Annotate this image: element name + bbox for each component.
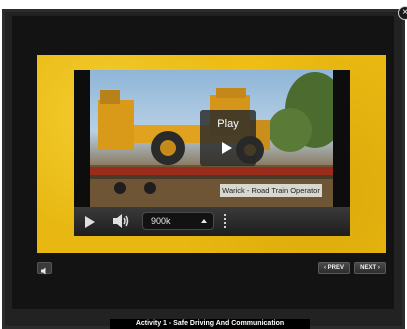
player-controls: 900k [74, 207, 350, 236]
speaker-icon [41, 267, 46, 275]
video-caption: Warick - Road Train Operator [220, 184, 322, 197]
prev-button[interactable]: ‹ PREV [318, 262, 350, 274]
play-overlay-button[interactable]: Play [200, 110, 256, 166]
volume-icon[interactable] [112, 213, 130, 234]
next-button[interactable]: NEXT › [354, 262, 386, 274]
video-frame[interactable]: Play Warick - Road Train Operator [90, 70, 333, 207]
fullscreen-toggle[interactable] [224, 214, 228, 228]
play-icon [222, 142, 232, 154]
chevron-up-icon [201, 219, 207, 223]
activity-title: Activity 1 - Safe Driving And Communicat… [110, 319, 310, 329]
play-label: Play [217, 118, 239, 130]
close-button[interactable]: × [398, 6, 407, 20]
play-icon[interactable] [85, 216, 95, 228]
video-player[interactable]: Play Warick - Road Train Operator 900k [74, 70, 350, 236]
quality-select[interactable]: 900k [142, 212, 214, 230]
mute-button[interactable] [37, 262, 52, 275]
quality-value: 900k [151, 216, 171, 226]
close-icon: × [402, 7, 407, 18]
